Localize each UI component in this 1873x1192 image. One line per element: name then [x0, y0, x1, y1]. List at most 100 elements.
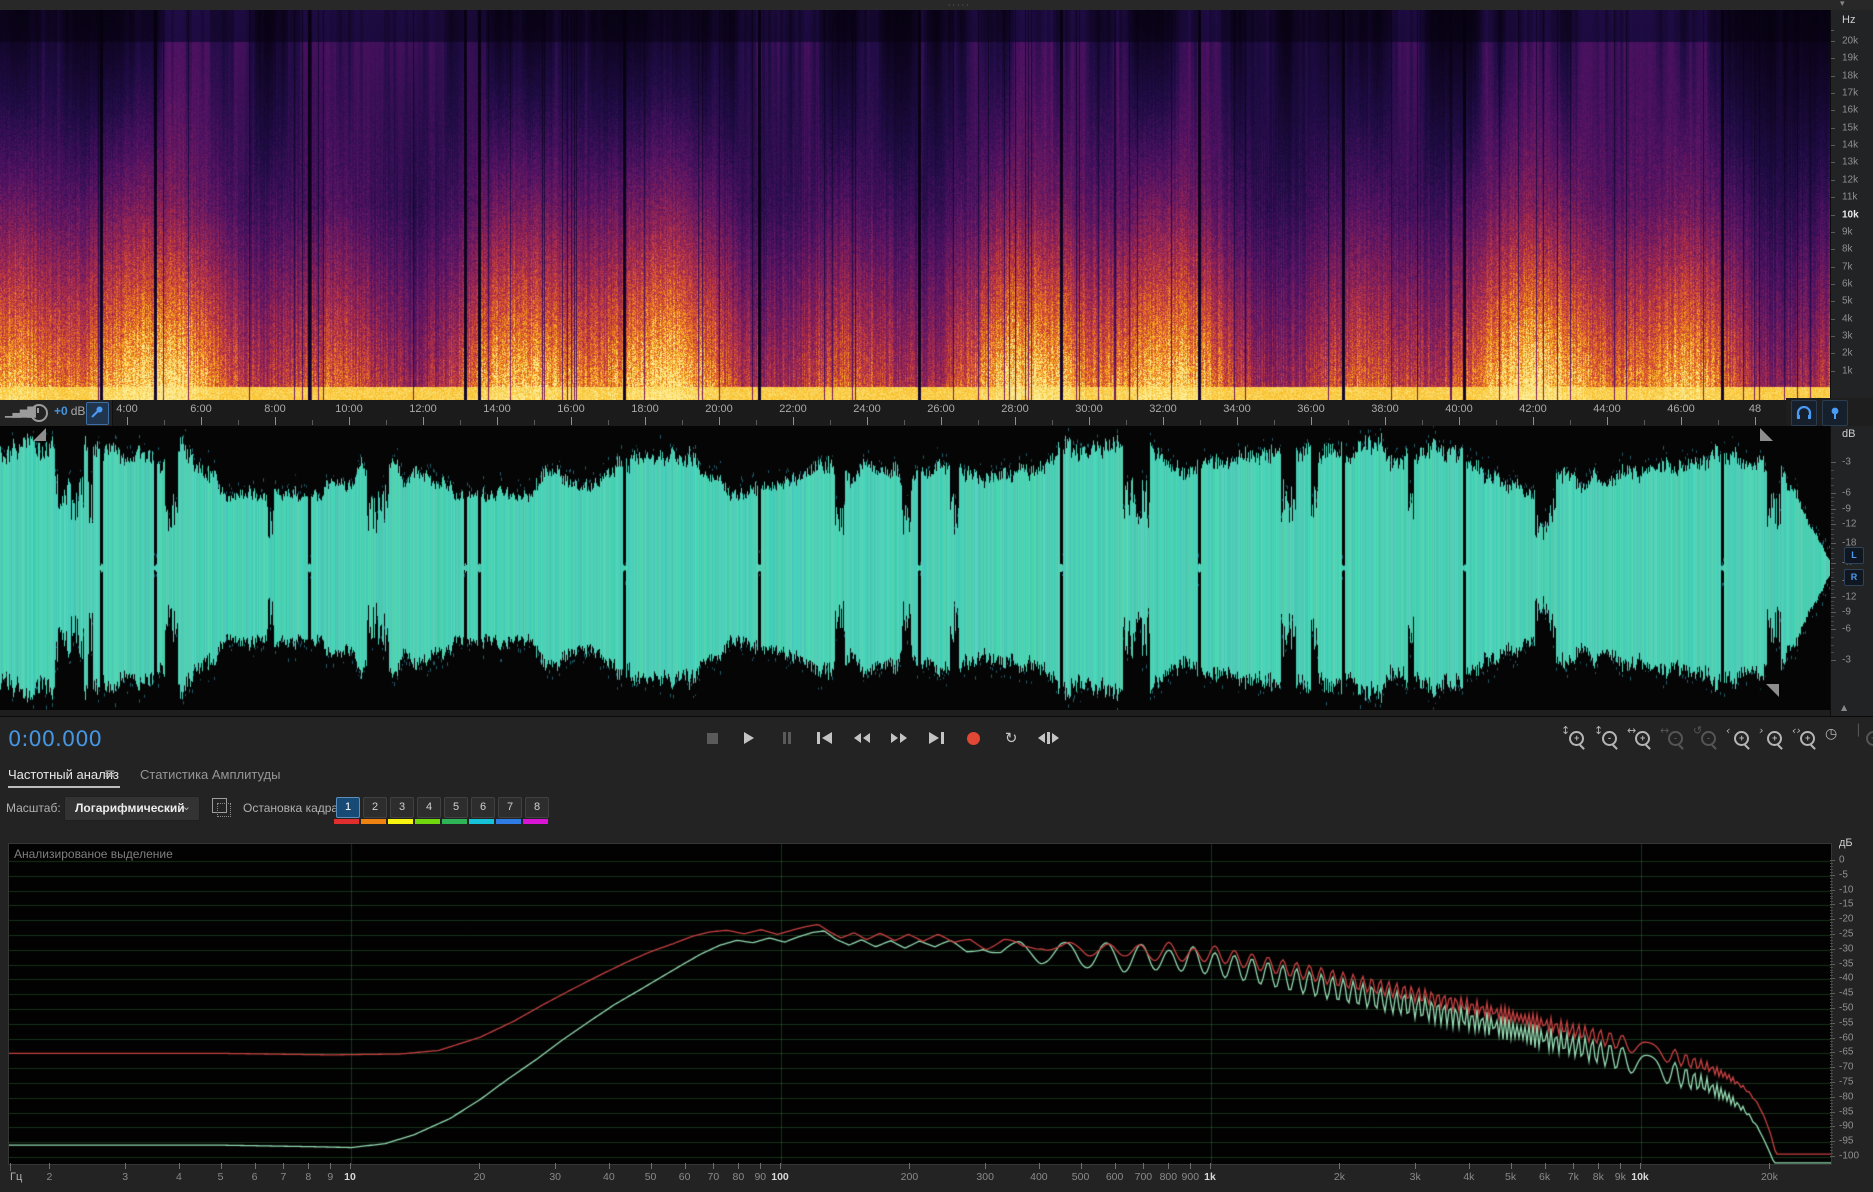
- timeline-tick: [1644, 420, 1645, 425]
- analysis-controls: Масштаб: Логарифмический ⌄ Остановка кад…: [0, 792, 1873, 836]
- db-tick-label: -40: [1839, 972, 1854, 984]
- wave-db-tick: [1831, 462, 1836, 463]
- db-tick: [1830, 1067, 1835, 1069]
- rewind-button[interactable]: [847, 725, 877, 751]
- wave-db-minor-tick: [1831, 624, 1834, 626]
- hold-button-2[interactable]: 2: [363, 797, 387, 818]
- wave-db-minor-tick: [1831, 600, 1834, 602]
- hold-button-1[interactable]: 1: [336, 797, 360, 818]
- record-button[interactable]: [959, 725, 989, 751]
- zoom-in-horizontal-button[interactable]: ↔ +: [1626, 724, 1656, 750]
- frequency-tick-label: 20: [473, 1171, 486, 1183]
- wave-db-minor-tick: [1831, 505, 1834, 506]
- zoom-in-at-out-point-button[interactable]: › +: [1758, 724, 1788, 750]
- frequency-tick: [350, 1163, 351, 1169]
- wave-db-minor-tick: [1831, 585, 1834, 586]
- selection-handle-top-left-icon[interactable]: [33, 428, 46, 441]
- clock-icon[interactable]: [30, 404, 48, 422]
- db-minor-tick: [1830, 1016, 1833, 1018]
- timeline-tick: [534, 420, 535, 425]
- copy-snapshot-icon[interactable]: [212, 798, 231, 817]
- marker-pin-icon[interactable]: [1822, 400, 1848, 426]
- db-minor-tick: [1830, 895, 1833, 897]
- db-minor-tick: [1830, 1087, 1833, 1089]
- db-minor-tick: [1830, 1043, 1833, 1045]
- pause-button[interactable]: [772, 725, 802, 751]
- decibel-axis: дБ 0 -5 -10 -15 -20 -25 -30 -35 -40 -45 -50 -55 -60 -…: [1830, 836, 1873, 1166]
- timeline-tick: [460, 420, 461, 425]
- hold-button-4[interactable]: 4: [417, 797, 441, 818]
- frequency-tick: [780, 1163, 781, 1169]
- waveform-display[interactable]: [0, 426, 1830, 710]
- timeline-time-label: 4:00: [116, 403, 138, 415]
- scale-dropdown-value: Логарифмический: [75, 801, 185, 815]
- channel-button-r[interactable]: R: [1844, 569, 1864, 586]
- hold-button-5[interactable]: 5: [444, 797, 468, 818]
- db-minor-tick: [1830, 1055, 1833, 1057]
- selection-handle-bottom-right-icon[interactable]: [1766, 684, 1779, 697]
- timeline-time-label: 8:00: [264, 403, 286, 415]
- hold-button-7[interactable]: 7: [498, 797, 522, 818]
- channel-button-l[interactable]: L: [1844, 547, 1864, 564]
- frequency-tick: [1210, 1163, 1211, 1169]
- frequency-tick-label: 6: [251, 1171, 258, 1183]
- freq-scale-tick: [1831, 127, 1835, 129]
- selection-handle-top-right-icon[interactable]: [1760, 428, 1773, 441]
- pin-playhead-button[interactable]: [86, 402, 109, 425]
- db-minor-tick: [1830, 901, 1833, 903]
- fast-forward-button[interactable]: [884, 725, 914, 751]
- skip-selection-button[interactable]: [1034, 725, 1064, 751]
- spectrogram-display[interactable]: [0, 10, 1830, 400]
- db-tick-label: -65: [1839, 1046, 1854, 1058]
- frequency-tick: [330, 1163, 332, 1169]
- timeline-tick: [904, 420, 905, 425]
- scale-dropdown[interactable]: Логарифмический ⌄: [64, 796, 200, 821]
- hold-button-6[interactable]: 6: [471, 797, 495, 818]
- frequency-tick-label: 4k: [1463, 1171, 1475, 1183]
- hold-button-8[interactable]: 8: [525, 797, 549, 818]
- zoom-in-vertical-button[interactable]: ↕ +: [1560, 724, 1590, 750]
- freq-scale-tick: [1831, 110, 1835, 112]
- frequency-tick: [1038, 1163, 1040, 1169]
- wave-db-label: -6: [1842, 487, 1851, 499]
- play-button[interactable]: [734, 725, 764, 751]
- scroll-caret-icon[interactable]: ▲: [1841, 703, 1847, 712]
- gain-indicator[interactable]: +0 dB: [54, 404, 85, 418]
- zoom-out-vertical-button[interactable]: ↕ -: [1593, 724, 1623, 750]
- skip-to-start-button[interactable]: [809, 725, 839, 751]
- wave-db-tick: [1831, 629, 1836, 630]
- db-minor-tick: [1830, 928, 1833, 930]
- db-minor-tick: [1830, 954, 1833, 956]
- db-tick-label: -50: [1839, 1002, 1854, 1014]
- loop-playback-button[interactable]: ↻: [996, 725, 1026, 751]
- monitor-headphones-icon[interactable]: [1791, 400, 1817, 426]
- timecode-display[interactable]: 0:00.000: [8, 727, 102, 751]
- frequency-tick: [1573, 1163, 1575, 1169]
- frequency-tick: [1143, 1163, 1145, 1169]
- timeline-ruler[interactable]: ▁▃▅▇ +0 dB 4:00 6:00 8:00 10:00 12:00 14:00 16:…: [0, 400, 1830, 427]
- tab-amplitude-statistics[interactable]: Статистика Амплитуды: [140, 767, 280, 782]
- full-vertical-zoom-button[interactable]: ▏+: [1857, 724, 1873, 750]
- freq-scale-label: 5k: [1842, 295, 1853, 307]
- drag-handle[interactable]: ·····: [948, 1, 971, 10]
- panel-menu-icon[interactable]: ≡: [104, 766, 116, 782]
- wave-db-minor-tick: [1831, 572, 1834, 573]
- zoom-in-at-in-point-button[interactable]: ‹ +: [1725, 724, 1755, 750]
- wave-db-minor-tick: [1831, 589, 1834, 590]
- db-minor-tick: [1830, 1002, 1833, 1004]
- zoom-out-horizontal-button[interactable]: ↔ -: [1659, 724, 1689, 750]
- zoom-to-selection-button[interactable]: ‹› +: [1791, 724, 1821, 750]
- db-tick-label: -45: [1839, 987, 1854, 999]
- hold-button-3[interactable]: 3: [390, 797, 414, 818]
- tab-frequency-analysis[interactable]: Частотный анализ: [8, 767, 119, 782]
- skip-to-end-button[interactable]: [921, 725, 951, 751]
- timer-button[interactable]: ◷: [1824, 726, 1854, 750]
- frequency-tick-label: 700: [1134, 1171, 1153, 1183]
- db-minor-tick: [1830, 1025, 1833, 1027]
- zoom-reset-button[interactable]: ↺ -: [1692, 724, 1722, 750]
- stop-button[interactable]: [697, 725, 727, 751]
- wave-db-label: -3: [1842, 456, 1851, 468]
- db-minor-tick: [1830, 942, 1833, 944]
- panel-menu-caret-icon[interactable]: ▾: [1840, 0, 1845, 9]
- timeline-tick: [1385, 417, 1386, 425]
